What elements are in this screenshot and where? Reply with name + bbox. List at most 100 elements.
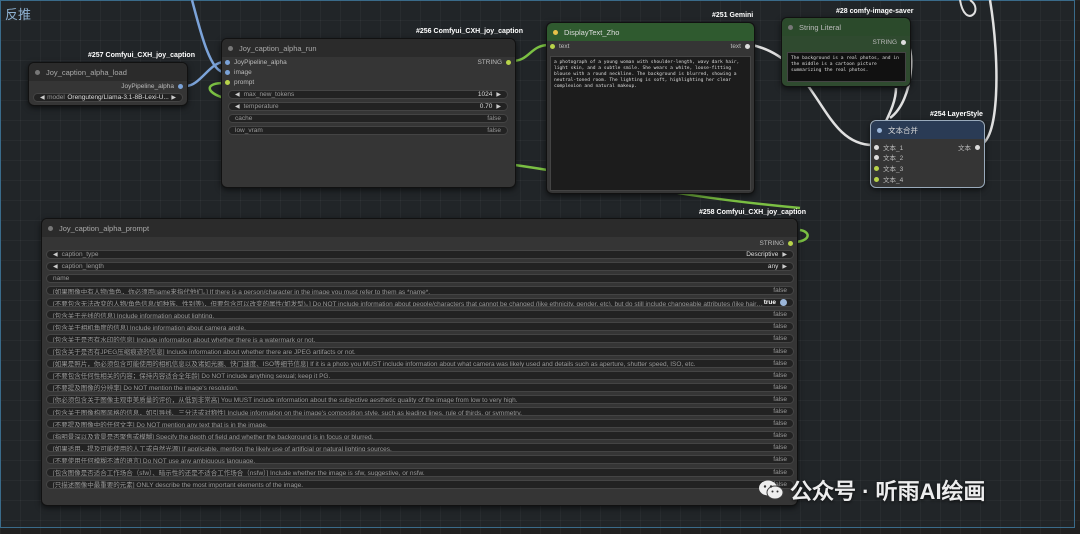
input-pin-icon[interactable] <box>874 176 879 182</box>
arrow-right-icon[interactable]: ▶ <box>782 251 787 258</box>
output-pin-icon[interactable] <box>975 144 980 150</box>
output-pin-icon[interactable] <box>788 241 793 246</box>
arrow-right-icon[interactable]: ▶ <box>496 91 501 98</box>
workflow-canvas[interactable]: 反推 #257 Comfyui_CXH_joy_caption Joy_capt… <box>0 0 1080 534</box>
node-joy-caption-prompt[interactable]: Joy_caption_alpha_prompt STRING ◀ caption… <box>41 218 798 506</box>
node-string-literal[interactable]: String Literal STRING The background is … <box>781 17 911 87</box>
input-slot-text-2[interactable]: 文本_2 <box>874 152 903 162</box>
input-slot-text-1[interactable]: 文本_1 <box>874 142 903 152</box>
output-pin-icon[interactable] <box>506 60 511 65</box>
input-slot-pipeline[interactable]: JoyPipeline_alpha <box>225 59 287 66</box>
input-slot-text-3[interactable]: 文本_3 <box>874 163 903 173</box>
arrow-right-icon[interactable]: ▶ <box>171 94 176 101</box>
node-header[interactable]: Joy_caption_alpha_load <box>29 63 187 81</box>
input-slot-text-4[interactable]: 文本_4 <box>874 174 903 184</box>
input-slot-prompt[interactable]: prompt <box>225 79 254 86</box>
node-title: String Literal <box>799 22 842 32</box>
output-pin-icon[interactable] <box>178 84 183 89</box>
arrow-right-icon[interactable]: ▶ <box>782 263 787 270</box>
caption-option-toggle[interactable]: [不要包含任何性相关的内容；保持内容适合全年龄] Do NOT include … <box>46 370 794 380</box>
option-label: [你必须包含关于图像主观审美质量的评价，从低到非常高] You MUST inc… <box>53 397 518 404</box>
caption-option-toggle[interactable]: [包含图像是否适合工作场合（sfw）、暗示性的还是不适合工作场合（nsfw）] … <box>46 467 794 477</box>
node-header[interactable]: DisplayText_Zho <box>547 23 754 41</box>
arrow-left-icon[interactable]: ◀ <box>235 103 240 110</box>
output-slot-string[interactable]: STRING <box>872 39 906 46</box>
output-slot-string[interactable]: STRING <box>759 240 793 247</box>
caption-option-toggle[interactable]: [不要提及图像中的任何文字] Do NOT mention any text t… <box>46 419 794 429</box>
string-textarea[interactable]: The background is a real photos, and in … <box>787 52 906 82</box>
input-pin-icon[interactable] <box>874 154 879 160</box>
arrow-right-icon[interactable]: ▶ <box>496 103 501 110</box>
temperature-widget[interactable]: ◀ temperature 0.70 ▶ <box>228 102 508 111</box>
wire-top-right <box>959 0 977 17</box>
node-title: Joy_caption_alpha_run <box>239 43 317 53</box>
output-slot-string[interactable]: STRING <box>477 59 511 66</box>
caption-option-toggle[interactable]: [不要提及图像的分辨率] Do NOT mention the image's … <box>46 382 794 392</box>
input-pin-icon[interactable] <box>225 70 230 75</box>
caption-option-toggle[interactable]: [如果是照片，你必须包含可能使用的相机信息以及诸如光圈、快门速度、ISO等细节信… <box>46 358 794 368</box>
arrow-left-icon[interactable]: ◀ <box>53 251 58 258</box>
node-header[interactable]: 文本合并 <box>871 121 984 139</box>
toggle-on-icon[interactable] <box>780 299 787 307</box>
arrow-left-icon[interactable]: ◀ <box>53 263 58 270</box>
node-header[interactable]: Joy_caption_alpha_prompt <box>42 219 797 237</box>
caption-option-toggle[interactable]: [包含关于相机角度的信息] Include information about … <box>46 322 794 332</box>
output-pin-icon[interactable] <box>745 44 750 49</box>
input-pin-icon[interactable] <box>874 144 879 150</box>
option-label: [如果图像中有人物/角色，你必须用name来指代他们。] If there is… <box>53 288 431 295</box>
caption-option-toggle[interactable]: [你必须包含关于图像主观审美质量的评价，从低到非常高] You MUST inc… <box>46 394 794 404</box>
node-joy-caption-run[interactable]: Joy_caption_alpha_run JoyPipeline_alpha … <box>221 38 516 188</box>
select-label: caption_type <box>61 251 99 258</box>
collapse-dot-icon[interactable] <box>553 29 558 35</box>
collapse-dot-icon[interactable] <box>788 24 793 30</box>
output-slot-text[interactable]: 文本 <box>958 142 980 152</box>
node-joy-caption-load[interactable]: Joy_caption_alpha_load JoyPipeline_alpha… <box>28 62 188 106</box>
display-textarea[interactable]: a photograph of a young woman with shoul… <box>550 56 751 191</box>
option-value: false <box>773 408 787 415</box>
collapse-dot-icon[interactable] <box>228 45 233 51</box>
input-pin-icon[interactable] <box>550 44 555 49</box>
cache-toggle[interactable]: cache false <box>228 114 508 123</box>
caption-option-toggle[interactable]: [不要使用任何模糊不清的语言] Do NOT use any ambiguous… <box>46 455 794 465</box>
caption-option-toggle[interactable]: [只描述图像中最重要的元素] ONLY describe the most im… <box>46 479 794 489</box>
caption-length-select[interactable]: ◀ caption_length any ▶ <box>46 262 794 271</box>
widget-value: false <box>487 115 501 122</box>
output-pin-icon[interactable] <box>901 40 906 45</box>
input-pin-icon[interactable] <box>225 80 230 85</box>
caption-option-toggle[interactable]: [如果图像中有人物/角色，你必须用name来指代他们。] If there is… <box>46 286 794 295</box>
input-slot-text[interactable]: text <box>550 43 569 50</box>
arrow-left-icon[interactable]: ◀ <box>40 94 45 101</box>
collapse-dot-icon[interactable] <box>48 225 53 231</box>
caption-option-toggle[interactable]: [包含关于是否有水印的信息] Include information about… <box>46 334 794 344</box>
slot-label: 文本_2 <box>883 155 904 162</box>
collapse-dot-icon[interactable] <box>35 69 40 75</box>
node-text-merge[interactable]: 文本合并 文本_1 文本_2 文本_3 文本_4 文本 <box>870 120 985 188</box>
node-header[interactable]: String Literal <box>782 18 910 36</box>
max-new-tokens-widget[interactable]: ◀ max_new_tokens 1024 ▶ <box>228 90 508 99</box>
input-pin-icon[interactable] <box>225 60 230 65</box>
caption-option-toggle[interactable]: [不要包含无法改变的人物/角色信息(如种族、性别等)，但要包含可以改变的属性(如… <box>46 298 794 308</box>
input-pin-icon[interactable] <box>874 165 879 171</box>
node-display-text[interactable]: DisplayText_Zho text text a photograph o… <box>546 22 755 194</box>
node-badge-257: #257 Comfyui_CXH_joy_caption <box>88 52 195 59</box>
caption-type-select[interactable]: ◀ caption_type Descriptive ▶ <box>46 250 794 259</box>
node-badge-28: #28 comfy-image-saver <box>836 8 914 15</box>
caption-option-toggle[interactable]: [包含关于是否有JPEG压缩痕迹的信息] Include information… <box>46 346 794 356</box>
caption-option-toggle[interactable]: [包含关于图像构图风格的信息，如引导线、三分法或对称性] Include inf… <box>46 407 794 416</box>
input-slot-image[interactable]: image <box>225 69 252 76</box>
slot-label: 文本 <box>958 145 971 152</box>
output-slot-text[interactable]: text <box>731 43 750 50</box>
output-slot-pipeline[interactable]: JoyPipeline_alpha <box>121 83 183 90</box>
slot-label: STRING <box>477 59 502 66</box>
arrow-left-icon[interactable]: ◀ <box>235 91 240 98</box>
caption-option-toggle[interactable]: [指明景深以及背景是否聚焦或模糊] Specify the depth of f… <box>46 431 794 441</box>
name-input[interactable]: name <box>46 274 794 283</box>
model-select[interactable]: ◀ model Orenguteng/Llama-3.1-8B-Lexi-U..… <box>33 93 183 102</box>
collapse-dot-icon[interactable] <box>877 127 882 133</box>
low-vram-toggle[interactable]: low_vram false <box>228 126 508 135</box>
option-label: [只描述图像中最重要的元素] ONLY describe the most im… <box>53 482 304 489</box>
option-value: false <box>773 347 787 355</box>
caption-option-toggle[interactable]: [包含关于光线的信息] Include information about li… <box>46 310 794 320</box>
caption-option-toggle[interactable]: [如果适用，提及可能使用的人工或自然光源] If applicable, men… <box>46 443 794 453</box>
node-header[interactable]: Joy_caption_alpha_run <box>222 39 515 57</box>
